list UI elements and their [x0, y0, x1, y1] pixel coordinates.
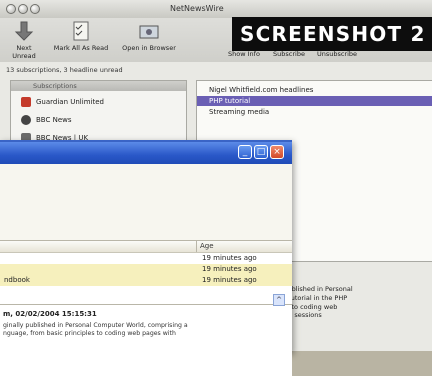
sidebar-item-label: Guardian Unlimited: [36, 98, 104, 106]
show-info-label: Show Info: [228, 50, 260, 58]
row-age: 19 minutes ago: [202, 265, 257, 273]
show-info-button[interactable]: Show Info: [226, 50, 262, 58]
next-unread-button[interactable]: Next Unread: [6, 20, 42, 60]
age-column-header[interactable]: Age: [200, 242, 214, 250]
table-row[interactable]: ndbook 19 minutes ago: [0, 275, 292, 286]
sidebar-item-label: BBC News: [36, 116, 72, 124]
column-divider: [196, 241, 197, 252]
row-title: ndbook: [4, 276, 30, 284]
article-date: m, 02/02/2004 15:15:31: [3, 310, 97, 318]
next-unread-label: Next Unread: [12, 44, 36, 60]
browser-icon: [139, 25, 159, 39]
minimize-icon[interactable]: _: [238, 145, 252, 159]
mark-all-read-label: Mark All As Read: [53, 44, 109, 52]
open-in-browser-label: Open in Browser: [122, 44, 176, 52]
scroll-up-icon[interactable]: ^: [273, 294, 285, 306]
subscribe-label: Subscribe: [273, 50, 305, 58]
table-row[interactable]: 19 minutes ago: [0, 264, 292, 275]
screenshot-banner: SCREENSHOT 2: [232, 17, 432, 51]
close-button[interactable]: [6, 4, 16, 14]
headline-item-selected[interactable]: PHP tutorial: [197, 96, 432, 106]
sidebar-header: Subscriptions: [11, 81, 186, 91]
headline-item[interactable]: Nigel Whitfield.com headlines: [197, 85, 432, 95]
article-line: ginally published in Personal Computer W…: [3, 322, 188, 329]
windows-body: Age 19 minutes ago 19 minutes ago ndbook…: [0, 164, 292, 376]
status-text: 13 subscriptions, 3 headline unread: [6, 66, 123, 74]
subscribe-button[interactable]: Subscribe: [270, 50, 308, 58]
items-grid: Age 19 minutes ago 19 minutes ago ndbook…: [0, 240, 292, 307]
checklist-icon: [73, 21, 89, 41]
sidebar-item-bbc-news[interactable]: BBC News: [21, 113, 72, 127]
unsubscribe-label: Unsubscribe: [316, 50, 358, 58]
zoom-button[interactable]: [30, 4, 40, 14]
headline-item[interactable]: Streaming media: [197, 107, 432, 117]
grid-header: Age: [0, 241, 292, 253]
windows-titlebar[interactable]: _ □ ×: [0, 142, 292, 164]
sidebar-item-guardian[interactable]: Guardian Unlimited: [21, 95, 104, 109]
minimize-button[interactable]: [18, 4, 28, 14]
open-in-browser-button[interactable]: Open in Browser: [118, 20, 180, 52]
headline-label: Nigel Whitfield.com headlines: [209, 86, 314, 94]
article-body: ginally published in Personal Computer W…: [3, 322, 273, 338]
headline-label: Streaming media: [209, 108, 270, 116]
headline-label: PHP tutorial: [209, 97, 251, 105]
bbc-icon: [21, 115, 31, 125]
close-icon[interactable]: ×: [270, 145, 284, 159]
article-detail-pane: m, 02/02/2004 15:15:31 ginally published…: [0, 304, 292, 376]
banner-text: SCREENSHOT 2: [240, 22, 426, 46]
table-row[interactable]: 19 minutes ago: [0, 253, 292, 264]
unsubscribe-button[interactable]: Unsubscribe: [314, 50, 360, 58]
windows-app-window: _ □ × Age 19 minutes ago 19 minutes ago …: [0, 140, 292, 376]
row-age: 19 minutes ago: [202, 254, 257, 262]
guardian-icon: [21, 97, 31, 107]
down-arrow-icon: [14, 21, 34, 41]
article-line: nguage, from basic principles to coding …: [3, 330, 176, 337]
maximize-icon[interactable]: □: [254, 145, 268, 159]
row-age: 19 minutes ago: [202, 276, 257, 284]
window-title: NetNewsWire: [170, 4, 224, 13]
mark-all-read-button[interactable]: Mark All As Read: [46, 20, 116, 52]
